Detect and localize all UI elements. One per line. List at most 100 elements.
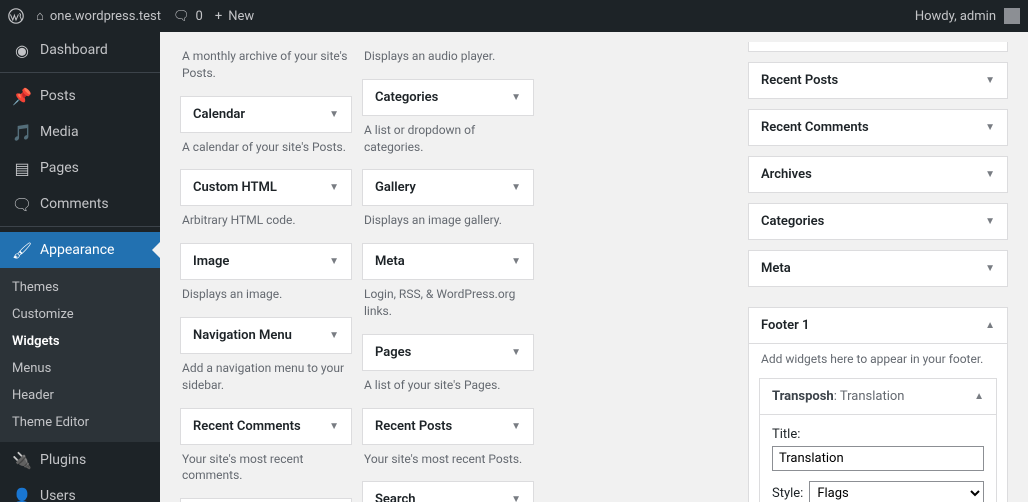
widget-title: Recent Posts (375, 419, 452, 434)
submenu-theme-editor[interactable]: Theme Editor (0, 409, 160, 436)
widgets-content: A monthly archive of your site's Posts.C… (160, 32, 1028, 502)
chevron-down-icon: ▼ (511, 256, 521, 267)
placeholder-area (748, 42, 1008, 52)
widget-desc: Arbitrary HTML code. (180, 206, 352, 243)
widget-title: Navigation Menu (193, 328, 292, 343)
pin-icon: 📌 (12, 86, 32, 106)
plugin-icon: 🔌 (12, 450, 32, 470)
page-icon: ▤ (12, 158, 32, 178)
chevron-down-icon: ▼ (985, 122, 995, 133)
widget-desc: Your site's most recent Posts. (362, 445, 534, 482)
appearance-submenu: Themes Customize Widgets Menus Header Th… (0, 268, 160, 442)
widget-title: Calendar (193, 107, 245, 122)
submenu-themes[interactable]: Themes (0, 274, 160, 301)
menu-media[interactable]: 🎵Media (0, 114, 160, 150)
home-icon: ⌂ (36, 8, 44, 24)
chevron-up-icon: ▲ (985, 320, 995, 331)
media-icon: 🎵 (12, 122, 32, 142)
avatar (1004, 8, 1020, 24)
title-label: Title: (772, 427, 800, 442)
widget-desc: Displays an audio player. (362, 42, 534, 79)
chevron-down-icon: ▼ (329, 256, 339, 267)
widget-title: Categories (375, 90, 438, 105)
admin-menu: ◉Dashboard 📌Posts 🎵Media ▤Pages 🗨Comment… (0, 32, 160, 502)
widget-desc: Displays an image gallery. (362, 206, 534, 243)
chevron-down-icon: ▼ (329, 182, 339, 193)
available-widget[interactable]: Recent Comments ▼ (180, 408, 352, 445)
widget-title: Meta (375, 254, 405, 269)
new-link[interactable]: +New (215, 9, 254, 24)
chevron-down-icon: ▼ (985, 216, 995, 227)
menu-plugins[interactable]: 🔌Plugins (0, 442, 160, 478)
dashboard-icon: ◉ (12, 40, 32, 60)
menu-posts[interactable]: 📌Posts (0, 78, 160, 114)
adminbar: ⌂one.wordpress.test 🗨0 +New Howdy, admin (0, 0, 1028, 32)
widget-title: Image (193, 254, 229, 269)
footer-1-head[interactable]: Footer 1▲ (749, 308, 1007, 344)
footer-1-desc: Add widgets here to appear in your foote… (749, 344, 1007, 378)
submenu-menus[interactable]: Menus (0, 355, 160, 382)
chevron-down-icon: ▼ (985, 169, 995, 180)
area-meta[interactable]: Meta▼ (749, 251, 1007, 286)
available-widget[interactable]: Recent Posts ▼ (362, 408, 534, 445)
brush-icon: 🖌 (12, 240, 32, 260)
widget-title: Pages (375, 345, 411, 360)
comment-icon: 🗨 (173, 9, 190, 24)
title-input[interactable] (772, 446, 984, 471)
sidebar-areas: Recent Posts▼ Recent Comments▼ Archives▼… (748, 42, 1008, 462)
account-link[interactable]: Howdy, admin (915, 8, 1020, 24)
site-link[interactable]: ⌂one.wordpress.test (36, 8, 161, 24)
chevron-down-icon: ▼ (329, 421, 339, 432)
style-select[interactable]: Flags (809, 481, 984, 502)
transposh-widget: Transposh: Translation ▲ Title: Style: F… (759, 378, 997, 502)
widget-title: Gallery (375, 180, 416, 195)
chevron-down-icon: ▼ (511, 182, 521, 193)
available-widget[interactable]: Meta ▼ (362, 243, 534, 280)
menu-appearance[interactable]: 🖌Appearance (0, 232, 160, 268)
widget-desc: Login, RSS, & WordPress.org links. (362, 280, 534, 334)
widget-title: Search (375, 492, 416, 502)
comments-link[interactable]: 🗨0 (173, 9, 203, 24)
chevron-down-icon: ▼ (329, 330, 339, 341)
available-widget[interactable]: RSS▼ (180, 498, 352, 502)
user-icon: 👤 (12, 486, 32, 502)
available-widget[interactable]: Navigation Menu ▼ (180, 317, 352, 354)
plus-icon: + (215, 9, 222, 24)
widget-desc: Displays an image. (180, 280, 352, 317)
menu-dashboard[interactable]: ◉Dashboard (0, 32, 160, 68)
available-widget[interactable]: Categories▼ (362, 79, 534, 116)
area-recent-posts[interactable]: Recent Posts▼ (749, 63, 1007, 98)
footer-1-area: Footer 1▲ Add widgets here to appear in … (748, 307, 1008, 502)
menu-comments[interactable]: 🗨Comments (0, 186, 160, 222)
widget-title: Custom HTML (193, 180, 277, 195)
chevron-down-icon: ▼ (985, 263, 995, 274)
submenu-customize[interactable]: Customize (0, 301, 160, 328)
chevron-down-icon: ▼ (511, 494, 521, 502)
menu-users[interactable]: 👤Users (0, 478, 160, 502)
submenu-header[interactable]: Header (0, 382, 160, 409)
widget-title: Recent Comments (193, 419, 301, 434)
submenu-widgets[interactable]: Widgets (0, 328, 160, 355)
style-label: Style: (772, 486, 803, 501)
area-categories[interactable]: Categories▼ (749, 204, 1007, 239)
area-recent-comments[interactable]: Recent Comments▼ (749, 110, 1007, 145)
available-widgets: A monthly archive of your site's Posts.C… (180, 42, 534, 462)
widget-desc: A monthly archive of your site's Posts. (180, 42, 352, 96)
chevron-down-icon: ▼ (329, 109, 339, 120)
menu-pages[interactable]: ▤Pages (0, 150, 160, 186)
chevron-up-icon: ▲ (974, 391, 984, 402)
chevron-down-icon: ▼ (985, 75, 995, 86)
widget-desc: A list of your site's Pages. (362, 371, 534, 408)
available-widget[interactable]: Gallery ▼ (362, 169, 534, 206)
available-widget[interactable]: Search ▼ (362, 481, 534, 502)
available-widget[interactable]: Pages ▼ (362, 334, 534, 371)
available-widget[interactable]: Calendar ▼ (180, 96, 352, 133)
chevron-down-icon: ▼ (511, 421, 521, 432)
comment-icon: 🗨 (12, 194, 32, 214)
available-widget[interactable]: Custom HTML ▼ (180, 169, 352, 206)
chevron-down-icon: ▼ (511, 347, 521, 358)
available-widget[interactable]: Image ▼ (180, 243, 352, 280)
transposh-widget-head[interactable]: Transposh: Translation ▲ (760, 379, 996, 415)
area-archives[interactable]: Archives▼ (749, 157, 1007, 192)
wp-logo[interactable] (8, 8, 24, 24)
